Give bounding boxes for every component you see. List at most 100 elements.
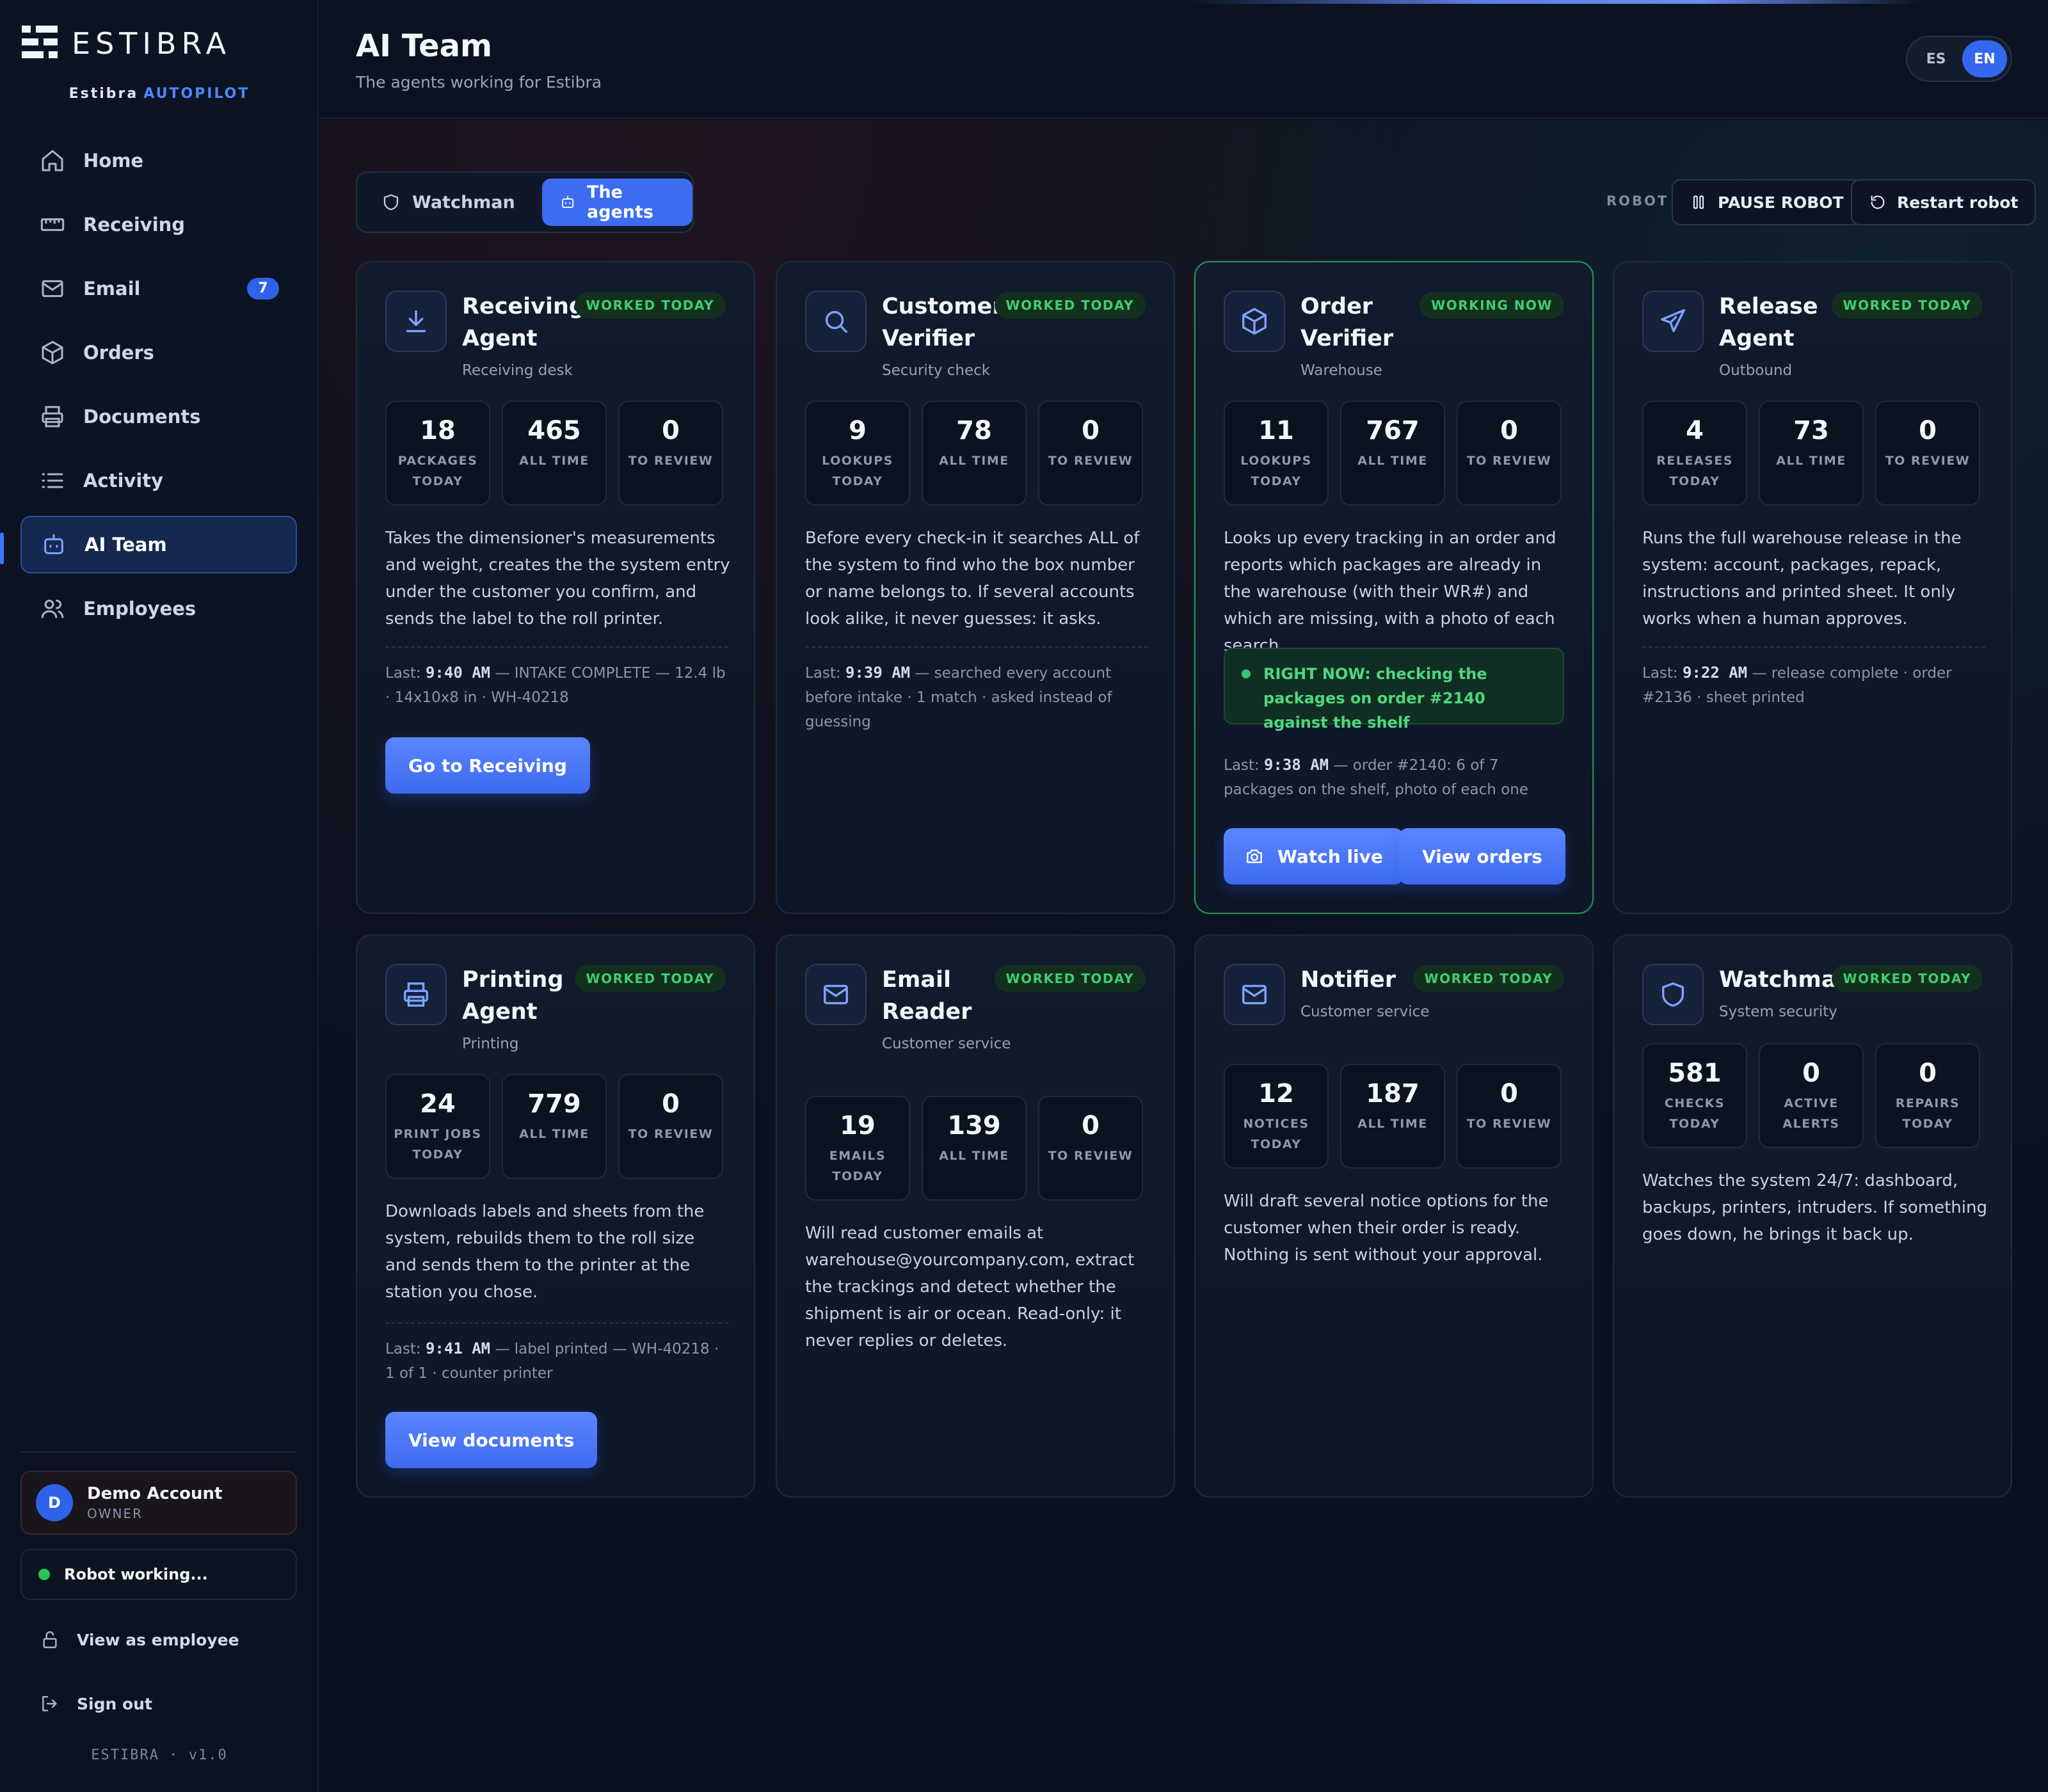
account-card[interactable]: D Demo Account OWNER xyxy=(20,1471,297,1535)
stat-label: LOOKUPS TODAY xyxy=(822,454,893,488)
shield-icon xyxy=(383,194,399,211)
sidebar-item-label: AI Team xyxy=(84,534,167,556)
tab-watchman[interactable]: Watchman xyxy=(364,179,533,226)
agent-icon-box xyxy=(805,291,867,352)
sidebar-item-ai-team[interactable]: AI Team xyxy=(20,516,297,573)
agent-role: Receiving desk xyxy=(462,362,573,379)
stat-to-review: 0 TO REVIEW xyxy=(1875,401,1980,506)
divider xyxy=(385,646,728,648)
stat-label: ALL TIME xyxy=(939,454,1009,468)
stat-label: TO REVIEW xyxy=(1048,454,1133,468)
lang-es-button[interactable]: ES xyxy=(1914,40,1958,77)
watch-live-button[interactable]: Watch live xyxy=(1224,828,1404,884)
stat-active-alerts: 0 ACTIVE ALERTS xyxy=(1759,1043,1864,1148)
agent-stats: 9 LOOKUPS TODAY 78 ALL TIME 0 TO REVIEW xyxy=(805,401,1155,506)
stat-all-time: 767 ALL TIME xyxy=(1340,401,1445,506)
stat-value: 581 xyxy=(1668,1059,1722,1088)
stat-label: ALL TIME xyxy=(939,1149,1009,1163)
mail-icon xyxy=(42,280,63,298)
stat-value: 4 xyxy=(1686,416,1704,445)
pause-icon xyxy=(1693,195,1704,209)
stat-label: ALL TIME xyxy=(519,1127,589,1141)
sidebar-item-receiving[interactable]: Receiving xyxy=(20,196,297,253)
go-to-receiving-button[interactable]: Go to Receiving xyxy=(385,737,590,794)
pause-robot-button[interactable]: PAUSE ROBOT xyxy=(1672,179,1862,225)
account-name: Demo Account xyxy=(87,1484,223,1503)
sidebar-item-email[interactable]: Email 7 xyxy=(20,260,297,317)
last-activity: Last: 9:40 AM — INTAKE COMPLETE — 12.4 l… xyxy=(385,660,731,710)
agent-icon-box xyxy=(1224,964,1285,1025)
stat-today: 4 RELEASES TODAY xyxy=(1642,401,1747,506)
stat-label: PACKAGES TODAY xyxy=(397,454,478,488)
stat-all-time: 465 ALL TIME xyxy=(502,401,607,506)
stat-label: PRINT JOBS TODAY xyxy=(394,1127,482,1162)
status-badge: WORKED TODAY xyxy=(574,965,726,992)
last-prefix: Last: xyxy=(385,1341,421,1357)
lang-en-button[interactable]: EN xyxy=(1962,40,2007,77)
agent-icon-box xyxy=(1642,291,1704,352)
sidebar-item-documents[interactable]: Documents xyxy=(20,388,297,445)
language-toggle[interactable]: ES EN xyxy=(1906,36,2012,82)
stat-checks-today: 581 CHECKS TODAY xyxy=(1642,1043,1747,1148)
sidebar-item-label: Documents xyxy=(83,406,201,428)
agent-icon-box xyxy=(385,964,447,1025)
stat-to-review: 0 TO REVIEW xyxy=(618,401,723,506)
stat-repairs-today: 0 REPAIRS TODAY xyxy=(1875,1043,1980,1148)
agent-stats: 11 LOOKUPS TODAY 767 ALL TIME 0 TO REVIEW xyxy=(1224,401,1573,506)
stat-value: 187 xyxy=(1366,1079,1420,1108)
last-prefix: Last: xyxy=(1224,757,1260,774)
brand-subtitle: Estibra AUTOPILOT xyxy=(0,86,319,102)
agent-stats: 4 RELEASES TODAY 73 ALL TIME 0 TO REVIEW xyxy=(1642,401,1992,506)
stat-label: ALL TIME xyxy=(1357,454,1428,468)
view-orders-button[interactable]: View orders xyxy=(1399,828,1565,884)
view-documents-button[interactable]: View documents xyxy=(385,1412,598,1468)
sidebar-item-employees[interactable]: Employees xyxy=(20,580,297,637)
stat-all-time: 187 ALL TIME xyxy=(1340,1064,1445,1169)
last-prefix: Last: xyxy=(385,665,421,682)
agent-role: System security xyxy=(1719,1004,1837,1020)
tab-the-agents[interactable]: The agents xyxy=(541,179,692,226)
printer-icon xyxy=(42,406,63,428)
stat-value: 78 xyxy=(956,416,992,445)
status-badge: WORKING NOW xyxy=(1420,292,1564,319)
search-icon xyxy=(825,310,848,333)
stat-value: 0 xyxy=(1919,416,1937,445)
stat-today: 18 PACKAGES TODAY xyxy=(385,401,490,506)
stat-to-review: 0 TO REVIEW xyxy=(1457,401,1562,506)
view-as-employee-link[interactable]: View as employee xyxy=(40,1629,239,1650)
sidebar-item-activity[interactable]: Activity xyxy=(20,452,297,509)
agent-role: Warehouse xyxy=(1300,362,1382,379)
stat-to-review: 0 TO REVIEW xyxy=(1038,401,1143,506)
agent-card-email-reader: Email Reader Customer service WORKED TOD… xyxy=(776,934,1175,1498)
status-badge: WORKED TODAY xyxy=(574,292,726,319)
tab-label: The agents xyxy=(587,182,654,222)
stat-value: 0 xyxy=(662,1089,680,1119)
agent-stats: 24 PRINT JOBS TODAY 779 ALL TIME 0 TO REVIE… xyxy=(385,1074,735,1179)
stat-to-review: 0 TO REVIEW xyxy=(618,1074,723,1179)
brand-name: ESTIBRA xyxy=(72,26,232,61)
robot-icon xyxy=(561,195,573,208)
agent-icon-box xyxy=(385,291,447,352)
stat-label: TO REVIEW xyxy=(628,1127,714,1141)
stat-label: ACTIVE ALERTS xyxy=(1782,1096,1840,1131)
robot-status: Robot working... xyxy=(20,1549,297,1600)
sidebar-item-orders[interactable]: Orders xyxy=(20,324,297,381)
stat-value: 0 xyxy=(1082,416,1100,445)
plane-icon xyxy=(1661,309,1685,333)
sidebar-item-home[interactable]: Home xyxy=(20,132,297,189)
stat-today: 24 PRINT JOBS TODAY xyxy=(385,1074,490,1179)
stat-value: 779 xyxy=(527,1089,581,1119)
restart-robot-button[interactable]: Restart robot xyxy=(1851,179,2036,225)
robot-controls-label: ROBOT xyxy=(1606,193,1669,209)
stat-label: TO REVIEW xyxy=(1466,454,1552,468)
stat-value: 73 xyxy=(1793,416,1829,445)
sidebar-item-label: Email xyxy=(83,278,141,300)
stat-label: TO REVIEW xyxy=(1466,1117,1552,1131)
stat-value: 12 xyxy=(1258,1079,1294,1108)
pause-robot-label: PAUSE ROBOT xyxy=(1718,193,1844,212)
agent-icon-box xyxy=(1642,964,1704,1025)
app-version: ESTIBRA · v1.0 xyxy=(91,1747,228,1763)
sign-out-link[interactable]: Sign out xyxy=(40,1693,152,1714)
agent-card-release: Release Agent Outbound WORKED TODAY 4 REL… xyxy=(1613,261,2012,914)
brand-logo[interactable]: ESTIBRA xyxy=(22,26,231,61)
